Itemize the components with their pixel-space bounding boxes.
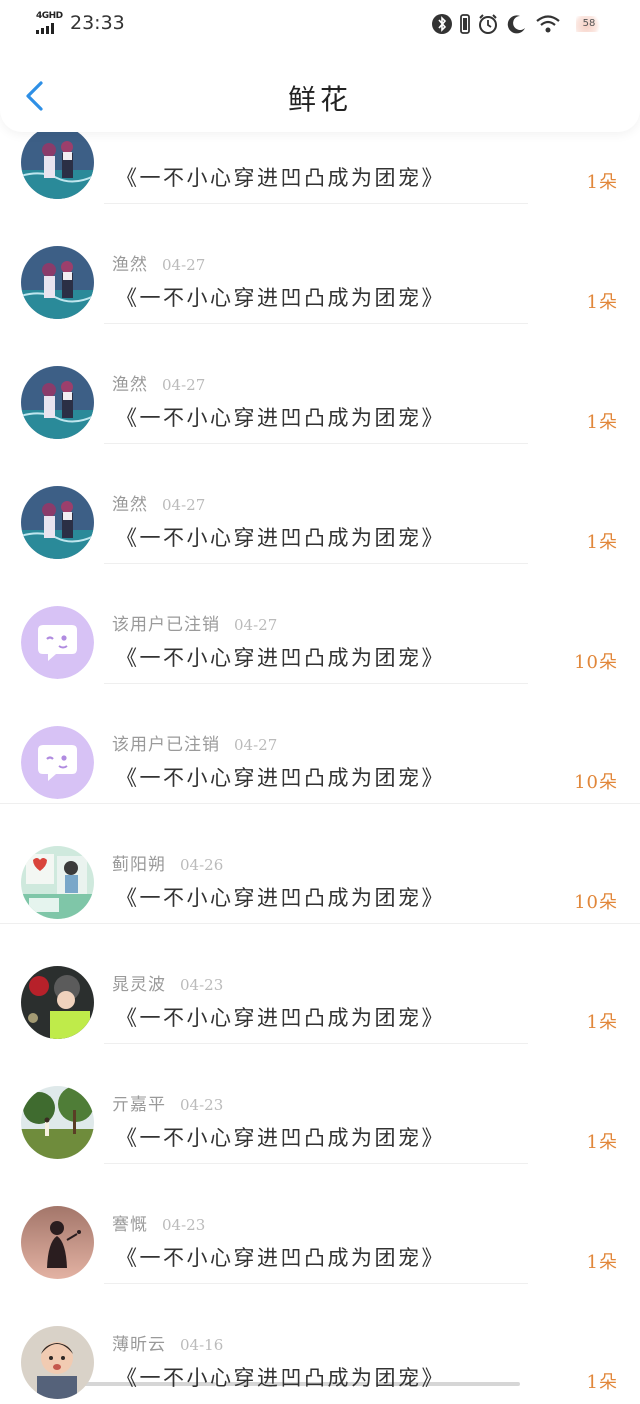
user-name[interactable]: 该用户已注销: [112, 735, 220, 755]
item-meta: [112, 130, 126, 154]
page-title: 鲜花: [287, 83, 352, 116]
user-avatar[interactable]: [21, 966, 94, 1039]
item-meta: 该用户已注销 04-27: [112, 730, 278, 755]
gift-date: 04-27: [162, 496, 206, 514]
flower-count: 1朵: [586, 1012, 618, 1033]
book-title: 《一不小心穿进凹凸成为团宠》: [116, 286, 445, 310]
gift-date: 04-23: [180, 976, 224, 994]
moon-icon: [506, 13, 528, 35]
list-item[interactable]: 晁灵波 04-23 《一不小心穿进凹凸成为团宠》 1朵: [0, 924, 640, 1044]
item-meta: 渔然 04-27: [112, 370, 206, 395]
status-icons: [431, 13, 600, 35]
flower-count: 1朵: [586, 412, 618, 433]
user-name[interactable]: 渔然: [112, 375, 148, 395]
list-item[interactable]: 渔然 04-27 《一不小心穿进凹凸成为团宠》 1朵: [0, 324, 640, 444]
gift-date: 04-16: [180, 1336, 224, 1354]
list-item[interactable]: 渔然 04-27 《一不小心穿进凹凸成为团宠》 1朵: [0, 444, 640, 564]
user-avatar[interactable]: [21, 1326, 94, 1399]
book-title: 《一不小心穿进凹凸成为团宠》: [116, 406, 445, 430]
user-avatar[interactable]: [21, 246, 94, 319]
flower-count: 10朵: [574, 892, 618, 913]
user-name[interactable]: 渔然: [112, 495, 148, 515]
flower-count: 10朵: [574, 772, 618, 793]
book-title: 《一不小心穿进凹凸成为团宠》: [116, 526, 445, 550]
gift-date: 04-27: [162, 256, 206, 274]
item-meta: 渔然 04-27: [112, 250, 206, 275]
list-item[interactable]: 该用户已注销 04-27 《一不小心穿进凹凸成为团宠》 10朵: [0, 564, 640, 684]
user-avatar[interactable]: [21, 846, 94, 919]
battery-icon: 58: [576, 16, 602, 32]
status-time: 23:33: [70, 12, 125, 34]
list-item[interactable]: 该用户已注销 04-27 《一不小心穿进凹凸成为团宠》 10朵: [0, 684, 640, 804]
book-title: 《一不小心穿进凹凸成为团宠》: [116, 166, 445, 190]
book-title: 《一不小心穿进凹凸成为团宠》: [116, 886, 445, 910]
book-title: 《一不小心穿进凹凸成为团宠》: [116, 1246, 445, 1270]
flower-count: 10朵: [574, 652, 618, 673]
flower-count: 1朵: [586, 292, 618, 313]
flower-count: 1朵: [586, 1132, 618, 1153]
list-item[interactable]: 謇慨 04-23 《一不小心穿进凹凸成为团宠》 1朵: [0, 1164, 640, 1284]
item-meta: 晁灵波 04-23: [112, 970, 224, 995]
gift-date: 04-26: [180, 856, 224, 874]
status-bar: 4GHD 23:33 58: [0, 0, 640, 50]
item-meta: 薄昕云 04-16: [112, 1330, 224, 1355]
user-name[interactable]: 薄昕云: [112, 1335, 166, 1355]
user-name[interactable]: 蓟阳朔: [112, 855, 166, 875]
flower-count: 1朵: [586, 1252, 618, 1273]
gift-date: 04-23: [162, 1216, 206, 1234]
list-item[interactable]: 蓟阳朔 04-26 《一不小心穿进凹凸成为团宠》 10朵: [0, 804, 640, 924]
gift-date: 04-27: [234, 616, 278, 634]
flower-gift-list: 《一不小心穿进凹凸成为团宠》 1朵 渔然 04-27 《一不小心穿进凹凸成为团宠》…: [0, 84, 640, 1404]
book-title: 《一不小心穿进凹凸成为团宠》: [116, 646, 445, 670]
item-meta: 该用户已注销 04-27: [112, 610, 278, 635]
user-avatar[interactable]: [21, 366, 94, 439]
gift-date: 04-27: [234, 736, 278, 754]
alarm-icon: [477, 13, 499, 35]
user-avatar[interactable]: [21, 486, 94, 559]
flower-count: 1朵: [586, 1372, 618, 1393]
book-title: 《一不小心穿进凹凸成为团宠》: [116, 1366, 445, 1390]
book-title: 《一不小心穿进凹凸成为团宠》: [116, 1126, 445, 1150]
list-item[interactable]: 亓嘉平 04-23 《一不小心穿进凹凸成为团宠》 1朵: [0, 1044, 640, 1164]
user-avatar[interactable]: [21, 726, 94, 799]
user-avatar[interactable]: [21, 1086, 94, 1159]
gift-date: 04-23: [180, 1096, 224, 1114]
signal-icon: 4GHD: [34, 11, 64, 35]
book-title: 《一不小心穿进凹凸成为团宠》: [116, 1006, 445, 1030]
user-name[interactable]: 渔然: [112, 255, 148, 275]
flower-count: 1朵: [586, 172, 618, 193]
list-item[interactable]: 渔然 04-27 《一不小心穿进凹凸成为团宠》 1朵: [0, 204, 640, 324]
item-meta: 謇慨 04-23: [112, 1210, 206, 1235]
book-title: 《一不小心穿进凹凸成为团宠》: [116, 766, 445, 790]
network-type: 4GHD: [36, 11, 63, 21]
user-name[interactable]: 晁灵波: [112, 975, 166, 995]
battery-vibrate-icon: [460, 13, 470, 35]
flower-count: 1朵: [586, 532, 618, 553]
wifi-icon: [535, 13, 561, 35]
item-meta: 亓嘉平 04-23: [112, 1090, 224, 1115]
user-avatar[interactable]: [21, 606, 94, 679]
gift-date: 04-27: [162, 376, 206, 394]
user-name[interactable]: 该用户已注销: [112, 615, 220, 635]
list-item[interactable]: 薄昕云 04-16 《一不小心穿进凹凸成为团宠》 1朵: [0, 1284, 640, 1404]
bluetooth-icon: [431, 13, 453, 35]
user-avatar[interactable]: [21, 1206, 94, 1279]
item-meta: 渔然 04-27: [112, 490, 206, 515]
user-name[interactable]: 謇慨: [112, 1215, 148, 1235]
item-meta: 蓟阳朔 04-26: [112, 850, 224, 875]
user-avatar[interactable]: [21, 126, 94, 199]
user-name[interactable]: 亓嘉平: [112, 1095, 166, 1115]
top-bar: 鲜花: [0, 50, 640, 132]
